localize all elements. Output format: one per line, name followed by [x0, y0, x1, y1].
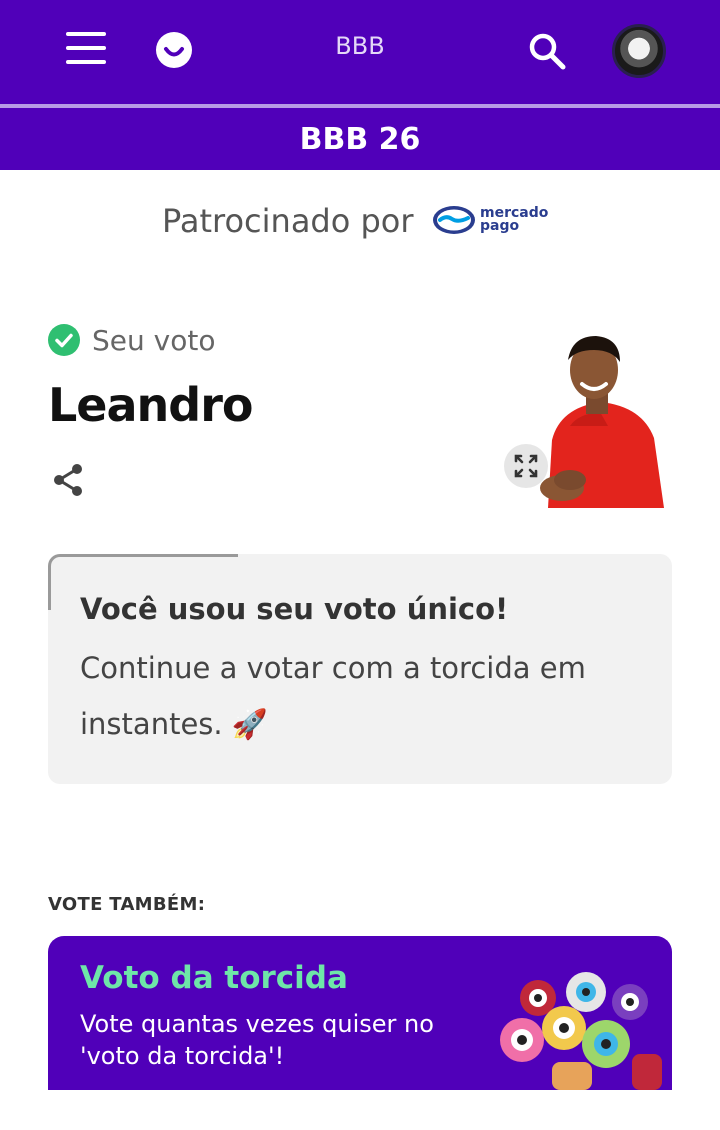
vote-also-heading: VOTE TAMBÉM: [48, 894, 206, 915]
mercado-pago-wordmark: mercado pago [480, 206, 548, 234]
eye-mascots-illustration [500, 972, 662, 1090]
share-icon[interactable] [50, 462, 86, 498]
search-icon[interactable] [526, 30, 568, 72]
candidate-photo [540, 336, 664, 508]
card-title: Voto da torcida [80, 960, 348, 996]
voto-da-torcida-card[interactable]: Voto da torcida Vote quantas vezes quise… [48, 936, 672, 1090]
card-text: Vote quantas vezes quiser no 'voto da to… [80, 1010, 434, 1070]
vote-status-label: Seu voto [92, 324, 216, 357]
sponsor-label: Patrocinado por [162, 202, 414, 240]
user-avatar[interactable] [612, 24, 666, 78]
mercado-pago-logo [433, 206, 475, 234]
notice-title: Você usou seu voto único! [80, 592, 509, 626]
expand-icon[interactable] [504, 444, 548, 488]
sponsor-section: Patrocinado por [0, 170, 720, 274]
program-title: BBB 26 [299, 121, 421, 157]
notice-text: Continue a votar com a torcida em instan… [80, 651, 586, 741]
candidate-name: Leandro [48, 378, 254, 432]
program-bar: BBB 26 [0, 108, 720, 170]
top-app-bar: BBB [0, 0, 720, 104]
brand-line-2: pago [480, 218, 520, 234]
check-circle-icon [48, 324, 80, 356]
